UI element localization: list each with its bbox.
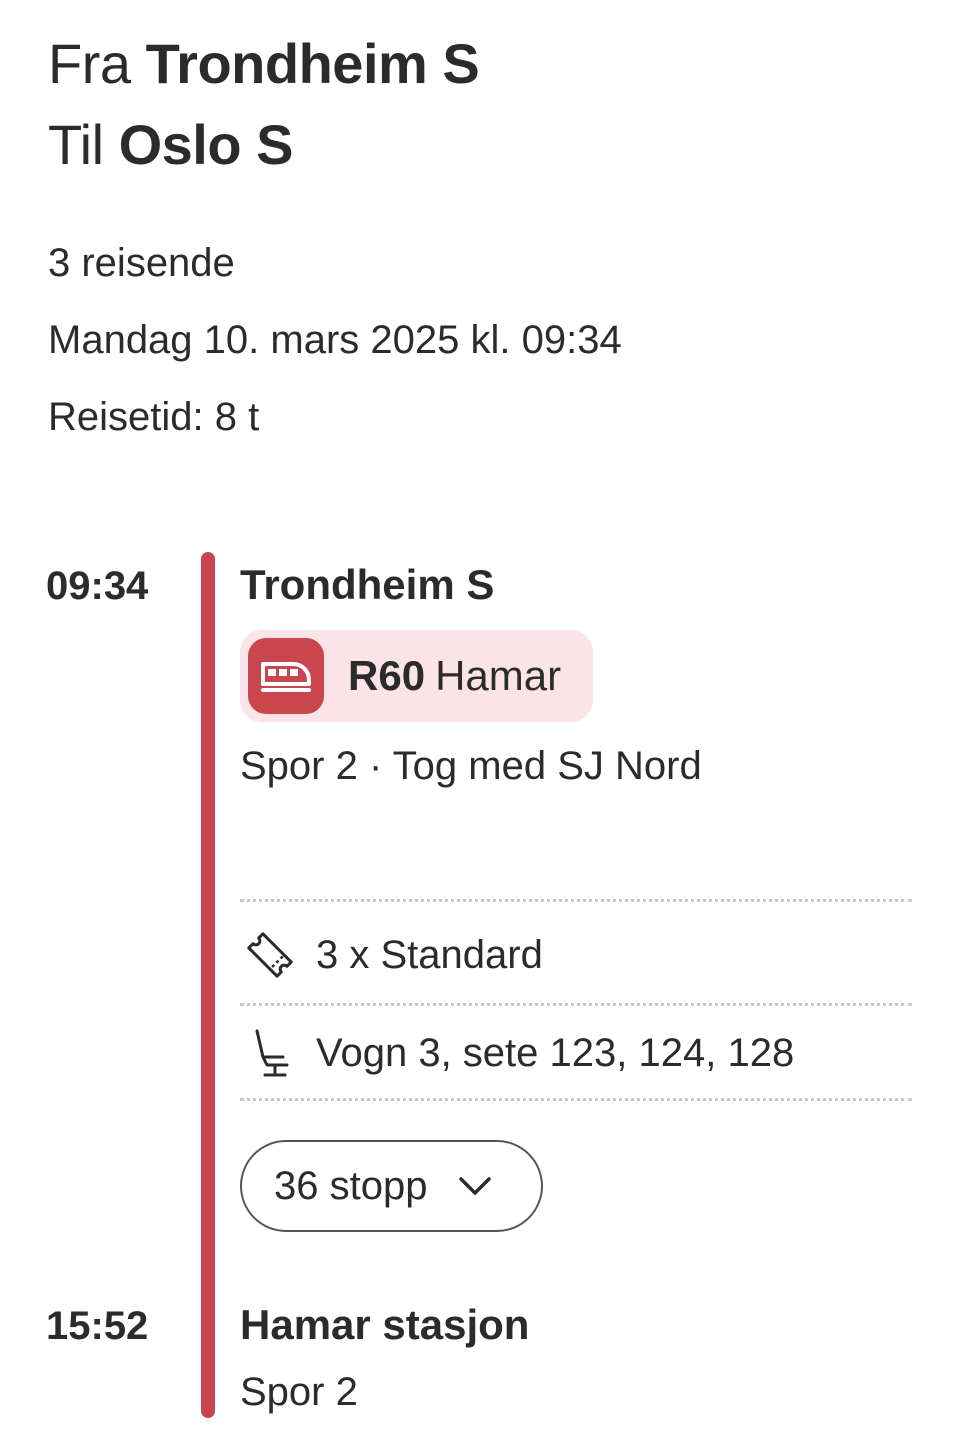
chevron-down-icon	[457, 1168, 493, 1204]
train-icon	[248, 638, 324, 714]
from-label: Fra	[48, 32, 131, 95]
departure-platform-info: Spor 2 · Tog med SJ Nord	[240, 744, 702, 788]
departure-station: Trondheim S	[240, 561, 495, 608]
ticket-summary: 3 x Standard	[316, 932, 543, 977]
line-destination: Hamar	[435, 652, 562, 699]
to-station: Oslo S	[118, 113, 294, 176]
travel-duration: Reisetid: 8 t	[48, 395, 260, 439]
arrival-platform: Spor 2	[240, 1370, 358, 1414]
arrival-time: 15:52	[46, 1304, 149, 1348]
divider	[240, 1098, 912, 1101]
line-chip: R60 Hamar	[240, 630, 593, 722]
to-label: Til	[48, 113, 104, 176]
route-to: Til Oslo S	[48, 117, 293, 173]
timeline-bar	[201, 552, 215, 1418]
divider	[240, 899, 912, 902]
arrival-station: Hamar stasjon	[240, 1301, 530, 1348]
departure-time: 09:34	[46, 564, 149, 608]
ticket-row: 3 x Standard	[240, 925, 543, 985]
ticket-icon	[240, 925, 300, 985]
stops-button-label: 36 stopp	[274, 1163, 428, 1208]
departure-datetime: Mandag 10. mars 2025 kl. 09:34	[48, 318, 622, 362]
seat-icon	[240, 1023, 300, 1083]
traveller-count: 3 reisende	[48, 241, 235, 285]
line-code: R60	[348, 652, 426, 699]
from-station: Trondheim S	[145, 32, 480, 95]
expand-stops-button[interactable]: 36 stopp	[240, 1140, 543, 1232]
route-from: Fra Trondheim S	[48, 36, 480, 92]
seat-info: Vogn 3, sete 123, 124, 128	[316, 1030, 795, 1075]
divider	[240, 1003, 912, 1006]
seat-row: Vogn 3, sete 123, 124, 128	[240, 1023, 794, 1083]
